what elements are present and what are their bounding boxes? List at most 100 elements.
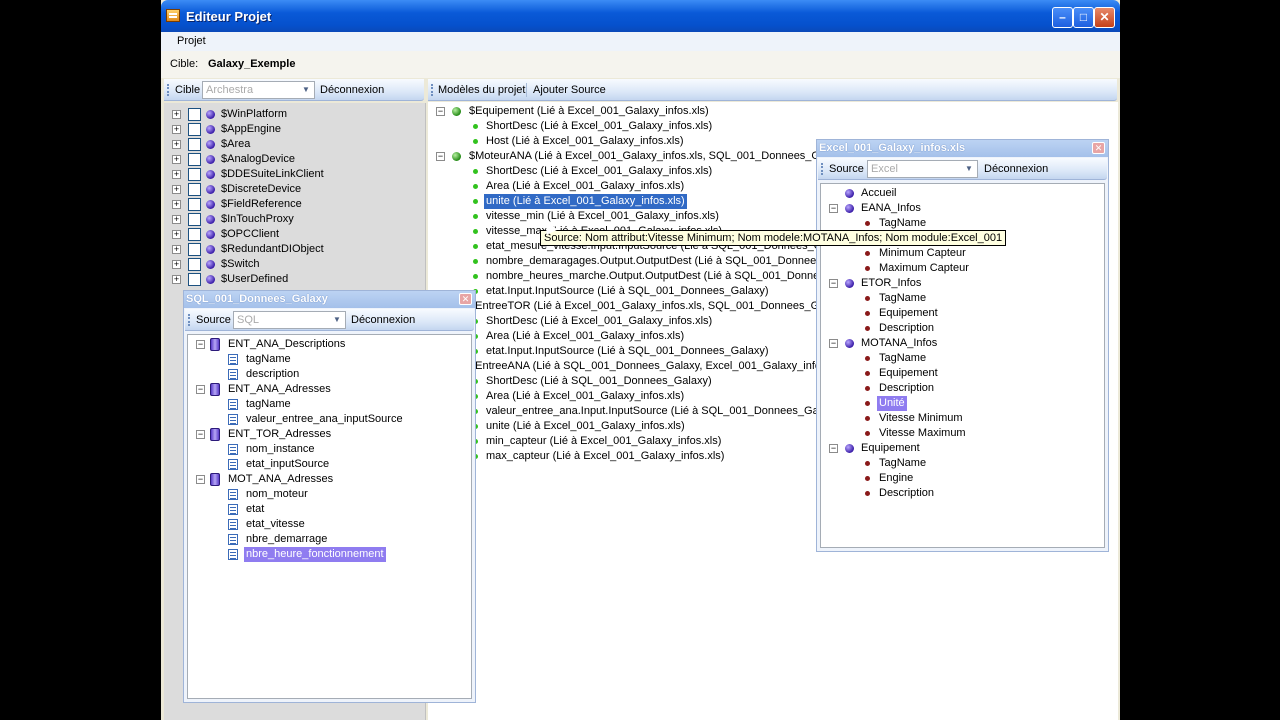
template-checkbox[interactable] xyxy=(188,258,201,271)
excel-column-node[interactable]: Description xyxy=(879,321,934,336)
attribute-node[interactable]: unite (Lié à Excel_001_Galaxy_infos.xls) xyxy=(486,419,685,434)
sql-field-node[interactable]: valeur_entree_ana_inputSource xyxy=(246,412,403,427)
model-node[interactable]: $Equipement (Lié à Excel_001_Galaxy_info… xyxy=(469,104,709,119)
sql-field-node[interactable]: nom_moteur xyxy=(246,487,308,502)
excel-source-combo[interactable]: Excel ▼ xyxy=(867,160,978,178)
collapse-icon[interactable]: − xyxy=(196,340,205,349)
expand-icon[interactable]: + xyxy=(172,110,181,119)
attribute-node[interactable]: ShortDesc (Lié à Excel_001_Galaxy_infos.… xyxy=(486,164,712,179)
template-checkbox[interactable] xyxy=(188,168,201,181)
template-checkbox[interactable] xyxy=(188,228,201,241)
excel-column-node[interactable]: Vitesse Maximum xyxy=(879,426,966,441)
sql-window-title[interactable]: SQL_001_Donnees_Galaxy xyxy=(184,291,475,308)
close-button[interactable]: ✕ xyxy=(1094,7,1115,28)
sql-field-node[interactable]: tagName xyxy=(246,397,291,412)
excel-disconnect-button[interactable]: Déconnexion xyxy=(984,163,1048,175)
collapse-icon[interactable]: − xyxy=(829,204,838,213)
close-icon[interactable]: ✕ xyxy=(459,293,472,305)
excel-column-node[interactable]: Minimum Capteur xyxy=(879,246,966,261)
toolbar-grip[interactable] xyxy=(188,314,190,326)
sql-table-node[interactable]: ENT_ANA_Descriptions xyxy=(228,337,345,352)
excel-sheet-node[interactable]: Accueil xyxy=(861,186,896,201)
template-item[interactable]: $AnalogDevice xyxy=(221,152,295,167)
attribute-node[interactable]: vitesse_min (Lié à Excel_001_Galaxy_info… xyxy=(486,209,719,224)
collapse-icon[interactable]: − xyxy=(829,339,838,348)
sql-field-node[interactable]: nom_instance xyxy=(246,442,315,457)
attribute-node[interactable]: etat.Input.InputSource (Lié à SQL_001_Do… xyxy=(486,344,769,359)
expand-icon[interactable]: + xyxy=(172,260,181,269)
disconnect-button[interactable]: Déconnexion xyxy=(320,84,384,96)
attribute-node[interactable]: min_capteur (Lié à Excel_001_Galaxy_info… xyxy=(486,434,721,449)
sql-disconnect-button[interactable]: Déconnexion xyxy=(351,314,415,326)
close-icon[interactable]: ✕ xyxy=(1092,142,1105,154)
excel-column-node[interactable]: Vitesse Minimum xyxy=(879,411,963,426)
expand-icon[interactable]: + xyxy=(172,185,181,194)
excel-column-node[interactable]: TagName xyxy=(879,351,926,366)
template-item[interactable]: $DiscreteDevice xyxy=(221,182,301,197)
menu-projet[interactable]: Projet xyxy=(177,35,206,47)
attribute-node[interactable]: Area (Lié à Excel_001_Galaxy_infos.xls) xyxy=(486,179,684,194)
template-checkbox[interactable] xyxy=(188,123,201,136)
excel-window-title[interactable]: Excel_001_Galaxy_infos.xls xyxy=(817,140,1108,157)
toolbar-grip[interactable] xyxy=(431,84,433,96)
excel-column-node[interactable]: Description xyxy=(879,381,934,396)
collapse-icon[interactable]: − xyxy=(829,444,838,453)
attribute-node[interactable]: nombre_demaragages.Output.OutputDest (Li… xyxy=(486,254,866,269)
attribute-node[interactable]: etat.Input.InputSource (Lié à SQL_001_Do… xyxy=(486,284,769,299)
expand-icon[interactable]: + xyxy=(172,215,181,224)
title-bar[interactable]: Editeur Projet – □ ✕ xyxy=(161,0,1120,32)
template-item[interactable]: $OPCClient xyxy=(221,227,279,242)
attribute-node[interactable]: ShortDesc (Lié à Excel_001_Galaxy_infos.… xyxy=(486,314,712,329)
excel-column-node[interactable]: Equipement xyxy=(879,366,938,381)
expand-icon[interactable]: + xyxy=(172,155,181,164)
maximize-button[interactable]: □ xyxy=(1073,7,1094,28)
sql-source-combo[interactable]: SQL ▼ xyxy=(233,311,346,329)
expand-icon[interactable]: + xyxy=(172,230,181,239)
sql-table-node[interactable]: MOT_ANA_Adresses xyxy=(228,472,333,487)
attribute-node[interactable]: Area (Lié à Excel_001_Galaxy_infos.xls) xyxy=(486,329,684,344)
attribute-node[interactable]: unite (Lié à Excel_001_Galaxy_infos.xls) xyxy=(484,194,687,209)
template-item[interactable]: $DDESuiteLinkClient xyxy=(221,167,324,182)
excel-sheet-node[interactable]: EANA_Infos xyxy=(861,201,921,216)
excel-column-node[interactable]: Engine xyxy=(879,471,913,486)
template-item[interactable]: $Switch xyxy=(221,257,260,272)
sql-field-node[interactable]: nbre_heure_fonctionnement xyxy=(244,547,386,562)
template-item[interactable]: $Area xyxy=(221,137,250,152)
sql-table-node[interactable]: ENT_TOR_Adresses xyxy=(228,427,331,442)
model-node[interactable]: $EntreeTOR (Lié à Excel_001_Galaxy_infos… xyxy=(469,299,849,314)
sql-table-node[interactable]: ENT_ANA_Adresses xyxy=(228,382,331,397)
template-item[interactable]: $UserDefined xyxy=(221,272,288,287)
template-item[interactable]: $AppEngine xyxy=(221,122,281,137)
expand-icon[interactable]: + xyxy=(172,275,181,284)
expand-icon[interactable]: + xyxy=(172,200,181,209)
attribute-node[interactable]: ShortDesc (Lié à SQL_001_Donnees_Galaxy) xyxy=(486,374,712,389)
template-item[interactable]: $InTouchProxy xyxy=(221,212,294,227)
sql-field-node[interactable]: description xyxy=(246,367,299,382)
excel-sheet-node[interactable]: Equipement xyxy=(861,441,920,456)
excel-column-node[interactable]: TagName xyxy=(879,216,926,231)
expand-icon[interactable]: + xyxy=(172,170,181,179)
excel-column-node[interactable]: Description xyxy=(879,486,934,501)
template-checkbox[interactable] xyxy=(188,138,201,151)
sql-field-node[interactable]: etat_vitesse xyxy=(246,517,305,532)
template-checkbox[interactable] xyxy=(188,183,201,196)
toolbar-grip[interactable] xyxy=(167,84,169,96)
template-checkbox[interactable] xyxy=(188,108,201,121)
expand-icon[interactable]: + xyxy=(172,245,181,254)
collapse-icon[interactable]: − xyxy=(196,430,205,439)
attribute-node[interactable]: ShortDesc (Lié à Excel_001_Galaxy_infos.… xyxy=(486,119,712,134)
add-source-button[interactable]: Ajouter Source xyxy=(533,84,606,96)
excel-column-node[interactable]: Unité xyxy=(877,396,907,411)
template-checkbox[interactable] xyxy=(188,243,201,256)
collapse-icon[interactable]: − xyxy=(829,279,838,288)
sql-field-node[interactable]: nbre_demarrage xyxy=(246,532,327,547)
minimize-button[interactable]: – xyxy=(1052,7,1073,28)
template-checkbox[interactable] xyxy=(188,198,201,211)
template-checkbox[interactable] xyxy=(188,213,201,226)
sql-field-node[interactable]: etat_inputSource xyxy=(246,457,329,472)
model-node[interactable]: $MoteurANA (Lié à Excel_001_Galaxy_infos… xyxy=(469,149,849,164)
model-node[interactable]: $EntreeANA (Lié à SQL_001_Donnees_Galaxy… xyxy=(469,359,847,374)
attribute-node[interactable]: max_capteur (Lié à Excel_001_Galaxy_info… xyxy=(486,449,724,464)
collapse-icon[interactable]: − xyxy=(436,152,445,161)
excel-column-node[interactable]: Maximum Capteur xyxy=(879,261,969,276)
